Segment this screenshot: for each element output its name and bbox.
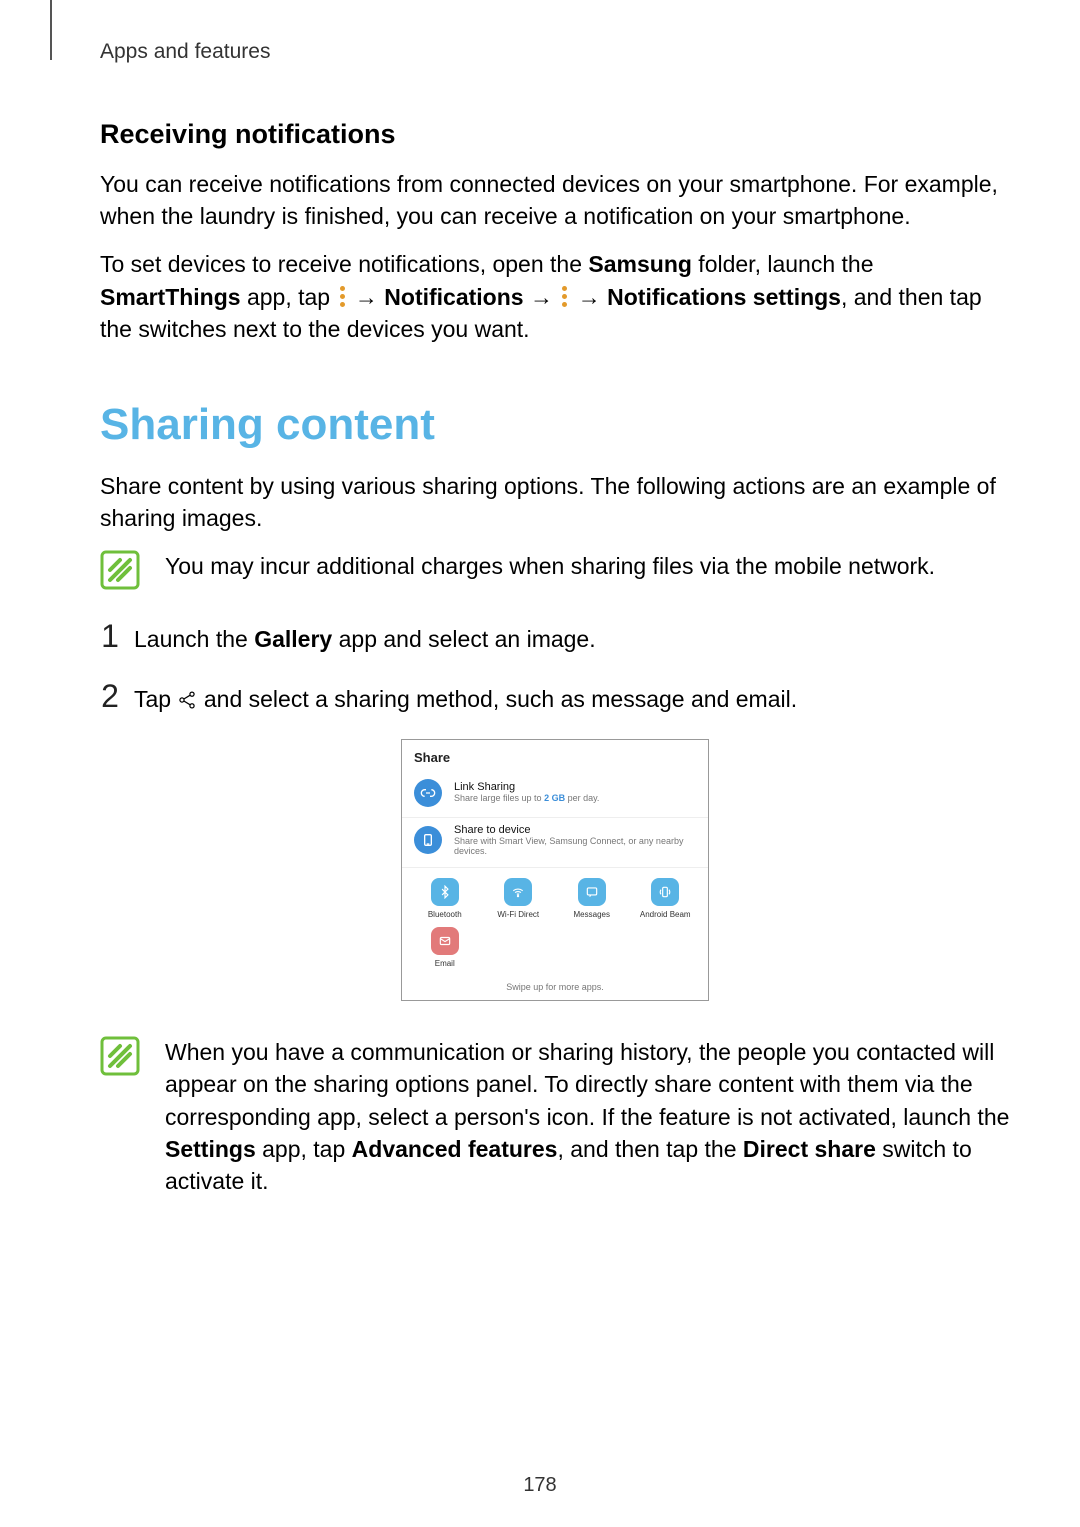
- share-app-messages[interactable]: Messages: [562, 878, 622, 919]
- text: To set devices to receive notifications,…: [100, 251, 588, 277]
- text: When you have a communication or sharing…: [165, 1039, 1009, 1129]
- wifi-icon: [504, 878, 532, 906]
- page-number: 178: [0, 1474, 1080, 1497]
- share-app-grid: Bluetooth Wi-Fi Direct Messages Android …: [402, 868, 708, 980]
- side-rule: [50, 0, 52, 60]
- text-bold: Settings: [165, 1136, 256, 1162]
- text-bold: Samsung: [588, 251, 692, 277]
- section-heading-sharing: Sharing content: [100, 400, 1010, 450]
- note-text: When you have a communication or sharing…: [165, 1036, 1010, 1197]
- text: , and then tap the: [557, 1136, 742, 1162]
- text: app and select an image.: [332, 626, 595, 652]
- note-icon: [100, 550, 140, 590]
- text: and select a sharing method, such as mes…: [197, 686, 797, 712]
- share-panel: Share Link Sharing Share large files up …: [401, 739, 709, 1002]
- text: app, tap: [241, 284, 337, 310]
- step-text: Tap and select a sharing method, such as…: [134, 683, 1010, 715]
- share-app-label: Messages: [574, 910, 610, 919]
- bluetooth-icon: [431, 878, 459, 906]
- step-number: 2: [100, 680, 120, 712]
- android-beam-icon: [651, 878, 679, 906]
- breadcrumb: Apps and features: [100, 40, 1010, 64]
- text: folder, launch the: [692, 251, 874, 277]
- share-app-label: Email: [435, 959, 455, 968]
- share-app-android-beam[interactable]: Android Beam: [635, 878, 695, 919]
- share-option-title: Link Sharing: [454, 781, 599, 793]
- share-app-label: Bluetooth: [428, 910, 462, 919]
- link-sharing-icon: [414, 779, 442, 807]
- share-option-title: Share to device: [454, 824, 696, 836]
- more-options-icon: [337, 285, 349, 307]
- share-app-wifi-direct[interactable]: Wi-Fi Direct: [488, 878, 548, 919]
- share-app-label: Wi-Fi Direct: [497, 910, 539, 919]
- text-bold: Notifications: [384, 284, 523, 310]
- share-panel-header: Share: [402, 740, 708, 773]
- note-text: You may incur additional charges when sh…: [165, 550, 1010, 582]
- share-icon: [177, 686, 197, 712]
- paragraph: You can receive notifications from conne…: [100, 168, 1010, 232]
- text: Tap: [134, 686, 177, 712]
- share-app-email[interactable]: Email: [415, 927, 475, 968]
- step-text: Launch the Gallery app and select an ima…: [134, 623, 1010, 655]
- section-heading-receiving: Receiving notifications: [100, 119, 1010, 150]
- email-icon: [431, 927, 459, 955]
- text-bold: SmartThings: [100, 284, 241, 310]
- share-option-sub: Share with Smart View, Samsung Connect, …: [454, 836, 696, 858]
- share-app-bluetooth[interactable]: Bluetooth: [415, 878, 475, 919]
- text-bold: Advanced features: [352, 1136, 558, 1162]
- share-to-device-icon: [414, 826, 442, 854]
- text: app, tap: [256, 1136, 352, 1162]
- messages-icon: [578, 878, 606, 906]
- text-bold: Direct share: [743, 1136, 876, 1162]
- text: →: [349, 284, 385, 310]
- paragraph: To set devices to receive notifications,…: [100, 248, 1010, 345]
- share-app-label: Android Beam: [640, 910, 691, 919]
- more-options-icon: [559, 285, 571, 307]
- share-option-link-sharing[interactable]: Link Sharing Share large files up to 2 G…: [402, 773, 708, 818]
- text: Launch the: [134, 626, 254, 652]
- step-number: 1: [100, 620, 120, 652]
- text: →: [571, 284, 607, 310]
- paragraph: Share content by using various sharing o…: [100, 470, 1010, 534]
- text-bold: Gallery: [254, 626, 332, 652]
- text-bold: Notifications settings: [607, 284, 841, 310]
- note-icon: [100, 1036, 140, 1076]
- share-option-sub: Share large files up to 2 GB per day.: [454, 793, 599, 804]
- swipe-hint: Swipe up for more apps.: [402, 980, 708, 1000]
- share-option-share-to-device[interactable]: Share to device Share with Smart View, S…: [402, 818, 708, 869]
- text: →: [524, 284, 560, 310]
